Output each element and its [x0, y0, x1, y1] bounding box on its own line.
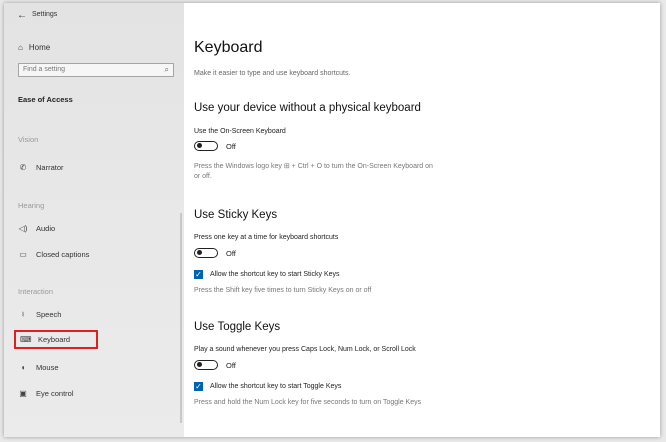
sticky-label: Press one key at a time for keyboard sho…	[194, 234, 339, 241]
sidebar-item-label: Eye control	[36, 389, 74, 398]
toggle-state: Off	[226, 141, 236, 151]
sticky-keys-toggle[interactable]: Off	[194, 248, 236, 258]
section-heading-toggle-keys: Use Toggle Keys	[194, 321, 281, 333]
sidebar-item-home[interactable]: ⌂ Home	[18, 43, 50, 52]
section-heading-sticky: Use Sticky Keys	[194, 209, 278, 221]
toggle-state: Off	[226, 248, 236, 258]
back-arrow-icon[interactable]: ←	[17, 10, 27, 21]
sidebar-item-narrator[interactable]: ✆ Narrator	[18, 163, 64, 172]
sidebar-item-keyboard[interactable]: ⌨ Keyboard	[14, 330, 98, 349]
sidebar-item-label: Audio	[36, 224, 56, 233]
onscreen-description: Press the Windows logo key ⊞ + Ctrl + O …	[194, 163, 433, 180]
sidebar-item-speech[interactable]: ♮ Speech	[18, 310, 62, 319]
toggle-keys-toggle[interactable]: Off	[194, 360, 236, 370]
toggle-keys-shortcut-checkbox[interactable]: ✓ Allow the shortcut key to start Toggle…	[194, 382, 341, 391]
speaker-icon: ◁)	[18, 224, 28, 233]
sidebar-item-eye-control[interactable]: ▣ Eye control	[18, 389, 74, 398]
sidebar-item-label: Mouse	[36, 363, 59, 372]
narrator-icon: ✆	[19, 163, 27, 172]
sidebar-item-label: Keyboard	[38, 335, 71, 344]
toggle-keys-label: Play a sound whenever you press Caps Loc…	[194, 346, 416, 353]
sidebar-item-label: Speech	[36, 310, 62, 319]
onscreen-keyboard-toggle[interactable]: Off	[194, 141, 236, 151]
checkbox-label: Allow the shortcut key to start Toggle K…	[210, 383, 342, 390]
main-content: Keyboard Make it easier to type and use …	[194, 3, 654, 437]
sidebar-item-audio[interactable]: ◁) Audio	[18, 224, 56, 233]
sidebar-item-label: Closed captions	[36, 250, 90, 259]
settings-window: ← Settings ⌂ Home Find a setting ⌕ Ease …	[4, 3, 660, 437]
keyboard-icon: ⌨	[20, 335, 32, 344]
search-placeholder: Find a setting	[23, 66, 66, 73]
category-interaction: Interaction	[18, 287, 54, 296]
sidebar-item-closed-captions[interactable]: ▭ Closed captions	[18, 250, 89, 259]
sidebar-section-title: Ease of Access	[18, 95, 73, 104]
onscreen-label: Use the On-Screen Keyboard	[194, 128, 286, 135]
category-vision: Vision	[18, 135, 39, 144]
sticky-description: Press the Shift key five times to turn S…	[194, 287, 372, 294]
checkmark-icon[interactable]: ✓	[194, 382, 203, 391]
sidebar-scrollbar[interactable]	[180, 213, 182, 423]
toggle-switch[interactable]	[194, 360, 218, 370]
search-input[interactable]: Find a setting ⌕	[18, 63, 174, 77]
search-icon[interactable]: ⌕	[165, 65, 169, 75]
category-hearing: Hearing	[18, 201, 45, 210]
checkmark-icon[interactable]: ✓	[194, 270, 203, 279]
checkbox-label: Allow the shortcut key to start Sticky K…	[210, 271, 340, 278]
window-title: Settings	[32, 11, 58, 18]
home-label: Home	[28, 43, 51, 52]
eye-control-icon: ▣	[19, 389, 27, 398]
cc-icon: ▭	[19, 250, 27, 259]
mouse-icon: ◖	[20, 363, 26, 372]
toggle-switch[interactable]	[194, 141, 218, 151]
sidebar-item-label: Narrator	[36, 163, 64, 172]
toggle-switch[interactable]	[194, 248, 218, 258]
page-title: Keyboard	[194, 39, 263, 56]
page-subtitle: Make it easier to type and use keyboard …	[194, 70, 351, 77]
toggle-keys-description: Press and hold the Num Lock key for five…	[194, 399, 422, 406]
microphone-icon: ♮	[21, 310, 25, 319]
section-heading-onscreen: Use your device without a physical keybo…	[194, 102, 421, 114]
sidebar-item-mouse[interactable]: ◖ Mouse	[18, 363, 59, 372]
sticky-shortcut-checkbox[interactable]: ✓ Allow the shortcut key to start Sticky…	[194, 270, 340, 279]
toggle-state: Off	[226, 360, 236, 370]
home-icon: ⌂	[18, 43, 23, 52]
sidebar: ← Settings ⌂ Home Find a setting ⌕ Ease …	[4, 3, 184, 437]
